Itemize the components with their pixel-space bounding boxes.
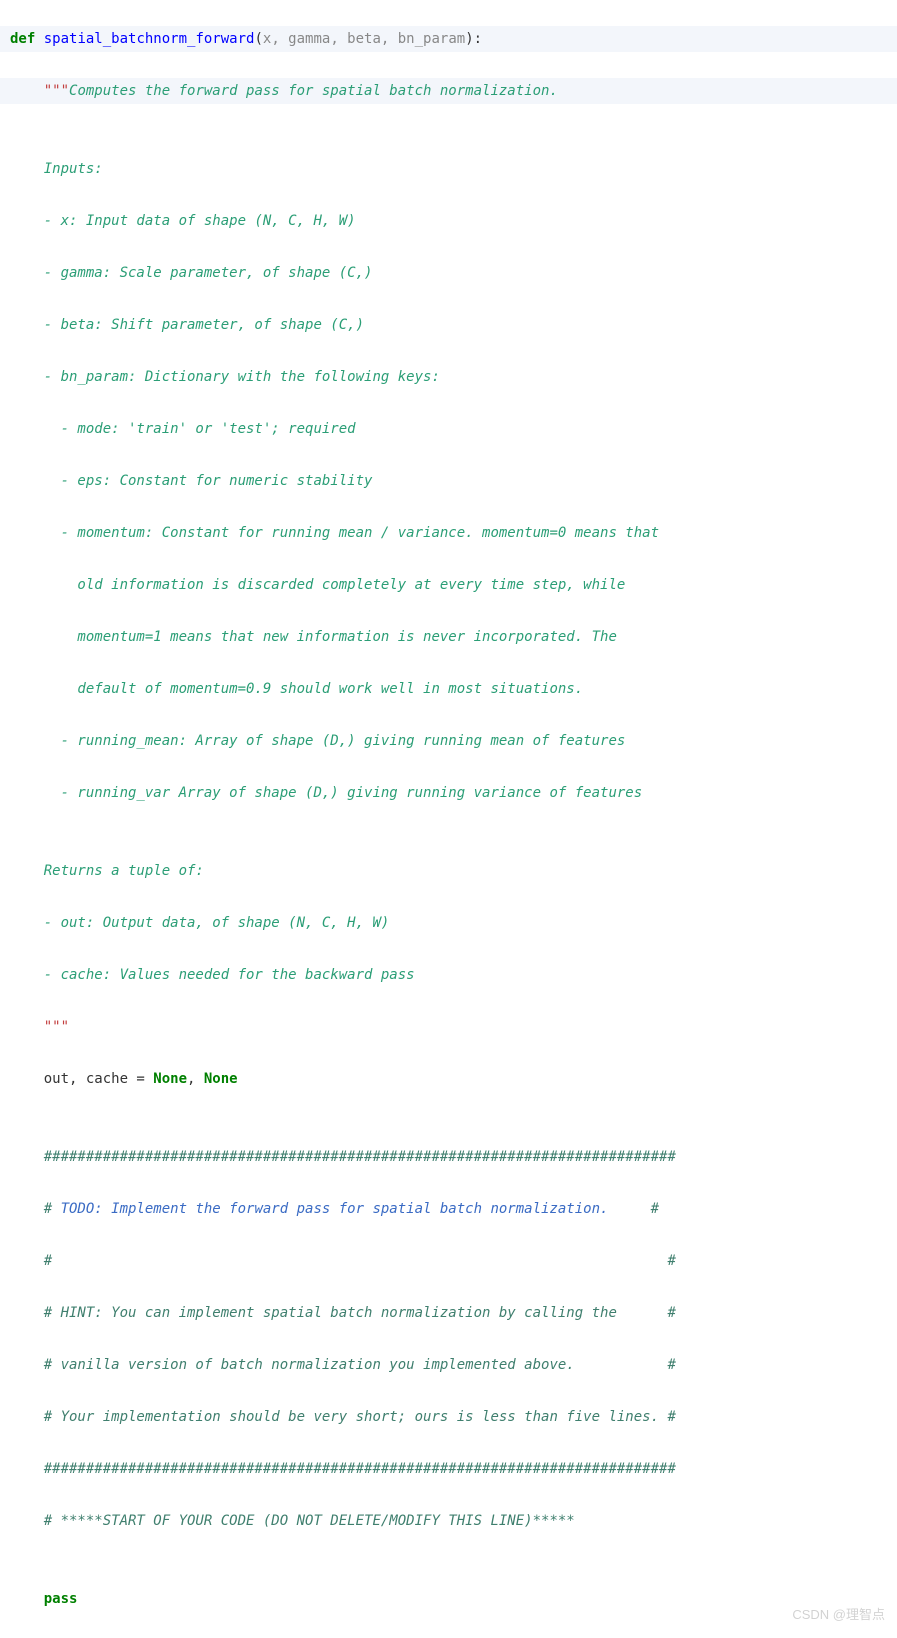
docstring-text: momentum=1 means that new information is… [44, 629, 617, 645]
function-name: spatial_batchnorm_forward [44, 31, 255, 47]
hash-bar: ########################################… [44, 1149, 676, 1165]
comment-line: # Your implementation should be very sho… [0, 1404, 897, 1430]
comment-pad: # [608, 1201, 659, 1217]
comment-line: # vanilla version of batch normalization… [0, 1352, 897, 1378]
none-literal: None [204, 1071, 238, 1087]
docstring-text: - running_var Array of shape (D,) giving… [44, 785, 642, 801]
docstring-text: - mode: 'train' or 'test'; required [44, 421, 356, 437]
docstring-line: - beta: Shift parameter, of shape (C,) [0, 312, 897, 338]
docstring-text: - momentum: Constant for running mean / … [44, 525, 659, 541]
docstring-line: momentum=1 means that new information is… [0, 624, 897, 650]
docstring-text: - cache: Values needed for the backward … [44, 967, 415, 983]
docstring-line: - running_mean: Array of shape (D,) givi… [0, 728, 897, 754]
docstring-text: Inputs: [44, 161, 103, 177]
comment-text: # HINT: You can implement spatial batch … [44, 1305, 676, 1321]
def-line: def spatial_batchnorm_forward(x, gamma, … [0, 26, 897, 52]
docstring-text: - x: Input data of shape (N, C, H, W) [44, 213, 356, 229]
docstring-text: - bn_param: Dictionary with the followin… [44, 369, 440, 385]
comment-line: ########################################… [0, 1456, 897, 1482]
comment-line: ########################################… [0, 1144, 897, 1170]
docstring-line: - running_var Array of shape (D,) giving… [0, 780, 897, 806]
none-literal: None [153, 1071, 187, 1087]
todo-text: TODO: Implement the forward pass for spa… [61, 1201, 609, 1217]
docstring-line: - x: Input data of shape (N, C, H, W) [0, 208, 897, 234]
pass-keyword: pass [44, 1591, 78, 1607]
comment-text: # vanilla version of batch normalization… [44, 1357, 676, 1373]
docstring-text: Returns a tuple of: [44, 863, 204, 879]
comment-line: # HINT: You can implement spatial batch … [0, 1300, 897, 1326]
assign-text: out, cache = [44, 1071, 154, 1087]
docstring-open: """ [44, 83, 69, 99]
comment-line: # *****START OF YOUR CODE (DO NOT DELETE… [0, 1508, 897, 1534]
docstring-line: default of momentum=0.9 should work well… [0, 676, 897, 702]
docstring-text: - eps: Constant for numeric stability [44, 473, 373, 489]
docstring-line: - cache: Values needed for the backward … [0, 962, 897, 988]
comment-line: # # [0, 1248, 897, 1274]
docstring-text: old information is discarded completely … [44, 577, 626, 593]
pass-line: pass [0, 1586, 897, 1612]
docstring-text: - running_mean: Array of shape (D,) givi… [44, 733, 626, 749]
docstring-text: - out: Output data, of shape (N, C, H, W… [44, 915, 390, 931]
docstring-line: """Computes the forward pass for spatial… [0, 78, 897, 104]
docstring-line: - out: Output data, of shape (N, C, H, W… [0, 910, 897, 936]
docstring-line: old information is discarded completely … [0, 572, 897, 598]
docstring-close: """ [44, 1019, 69, 1035]
docstring-line: Inputs: [0, 156, 897, 182]
comment-text: # *****START OF YOUR CODE (DO NOT DELETE… [44, 1513, 575, 1529]
param-list: x, gamma, beta, bn_param [263, 31, 465, 47]
open-paren: ( [254, 31, 262, 47]
docstring-text: Computes the forward pass for spatial ba… [69, 83, 558, 99]
docstring-line: - momentum: Constant for running mean / … [0, 520, 897, 546]
docstring-line: - mode: 'train' or 'test'; required [0, 416, 897, 442]
hash-bar: ########################################… [44, 1461, 676, 1477]
close-paren-colon: ): [465, 31, 482, 47]
comment-line: # TODO: Implement the forward pass for s… [0, 1196, 897, 1222]
code-line: out, cache = None, None [0, 1066, 897, 1092]
comment-prefix: # [44, 1201, 61, 1217]
comment-text: # # [44, 1253, 676, 1269]
docstring-line: - eps: Constant for numeric stability [0, 468, 897, 494]
docstring-line: - gamma: Scale parameter, of shape (C,) [0, 260, 897, 286]
comment-text: # Your implementation should be very sho… [44, 1409, 676, 1425]
comma: , [187, 1071, 204, 1087]
docstring-text: - beta: Shift parameter, of shape (C,) [44, 317, 364, 333]
def-keyword: def [10, 31, 35, 47]
docstring-text: default of momentum=0.9 should work well… [44, 681, 583, 697]
code-block: def spatial_batchnorm_forward(x, gamma, … [0, 0, 897, 1638]
docstring-text: - gamma: Scale parameter, of shape (C,) [44, 265, 373, 281]
docstring-close-line: """ [0, 1014, 897, 1040]
docstring-line: - bn_param: Dictionary with the followin… [0, 364, 897, 390]
